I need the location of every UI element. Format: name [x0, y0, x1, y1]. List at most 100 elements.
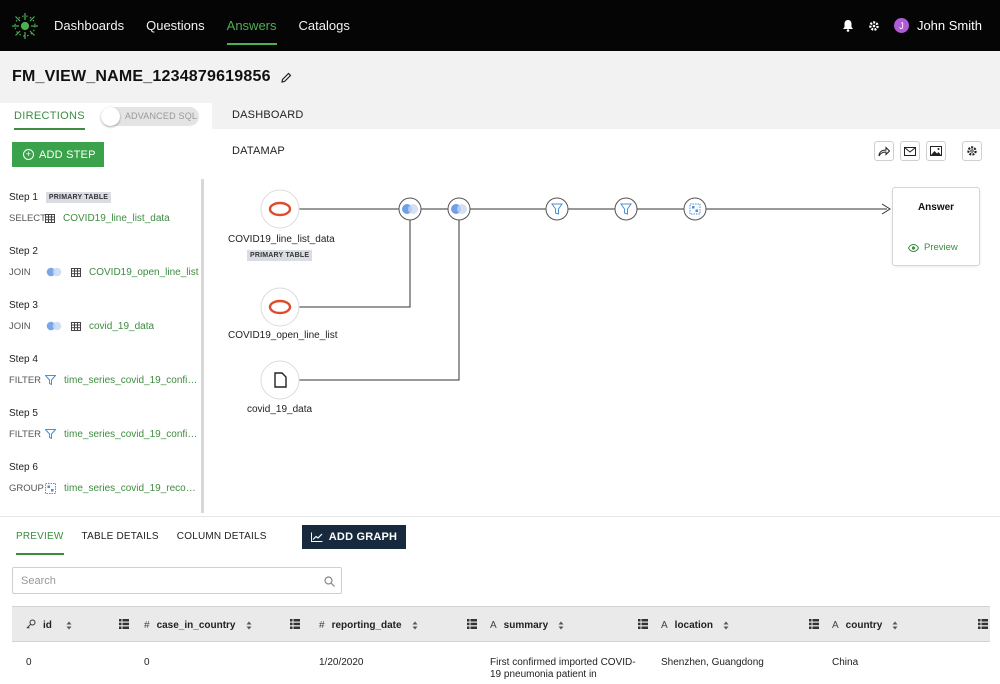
- nav-questions[interactable]: Questions: [146, 0, 205, 51]
- step-label: Step 3: [9, 299, 38, 311]
- tab-column-details[interactable]: COLUMN DETAILS: [177, 517, 267, 555]
- advanced-sql-toggle[interactable]: ADVANCED SQL: [100, 107, 199, 126]
- node-label-2: COVID19_open_line_list: [228, 330, 338, 341]
- step-item[interactable]: Step 4 FILTER time_series_covid_19_confi…: [0, 341, 201, 395]
- table-icon: [71, 267, 81, 277]
- tab-table-details[interactable]: TABLE DETAILS: [82, 517, 159, 555]
- step-kind: FILTER: [9, 428, 42, 440]
- step-label: Step 2: [9, 245, 38, 257]
- column-menu-icon[interactable]: [290, 619, 300, 629]
- column-header-summary[interactable]: A summary: [490, 607, 564, 643]
- datamap-diagram: [260, 189, 891, 400]
- column-name: country: [845, 619, 883, 631]
- answer-title: Answer: [917, 202, 955, 213]
- column-header-id[interactable]: id: [26, 607, 72, 643]
- node-label-1: COVID19_line_list_data: [228, 234, 335, 245]
- filter-node-1[interactable]: [545, 197, 569, 221]
- step-target-link[interactable]: time_series_covid_19_confir...: [64, 429, 198, 440]
- nav-dashboards[interactable]: Dashboards: [54, 0, 124, 51]
- avatar[interactable]: J: [893, 18, 909, 33]
- pencil-icon[interactable]: [280, 72, 292, 83]
- table-cell: 1/20/2020: [319, 657, 364, 668]
- nav-catalogs[interactable]: Catalogs: [299, 0, 350, 51]
- source-node-1[interactable]: [260, 189, 300, 229]
- column-menu-icon[interactable]: [978, 619, 988, 629]
- dashboard-header: DASHBOARD: [212, 103, 1000, 129]
- column-menu-icon[interactable]: [638, 619, 648, 629]
- logo-icon[interactable]: [10, 11, 40, 41]
- node-label-3: covid_19_data: [247, 404, 313, 415]
- bell-icon[interactable]: [842, 19, 854, 32]
- key-icon: [26, 619, 36, 632]
- source-node-3[interactable]: [260, 360, 300, 400]
- preview-table: id # case_in_country # reporting_date A …: [12, 606, 990, 684]
- results-area: PREVIEW TABLE DETAILS COLUMN DETAILS ADD…: [0, 516, 1000, 684]
- plus-icon: +: [23, 149, 34, 160]
- search-icon[interactable]: [324, 574, 335, 592]
- step-label: Step 5: [9, 407, 38, 419]
- sort-icon[interactable]: [66, 621, 72, 630]
- page-title: FM_VIEW_NAME_1234879619856: [12, 68, 271, 85]
- tab-preview[interactable]: PREVIEW: [16, 517, 64, 555]
- step-target-link[interactable]: covid_19_data: [89, 321, 154, 332]
- tab-directions[interactable]: DIRECTIONS: [14, 103, 85, 130]
- text-type-icon: A: [832, 619, 839, 631]
- text-type-icon: A: [661, 619, 668, 631]
- sort-icon[interactable]: [892, 621, 898, 630]
- column-menu-icon[interactable]: [809, 619, 819, 629]
- gear-icon[interactable]: [868, 20, 880, 32]
- sort-icon[interactable]: [412, 621, 418, 630]
- table-cell: China: [832, 657, 859, 668]
- user-area: J John Smith: [842, 18, 1000, 33]
- top-navigation: Dashboards Questions Answers Catalogs J …: [0, 0, 1000, 51]
- column-header-reporting-date[interactable]: # reporting_date: [319, 607, 418, 643]
- sort-icon[interactable]: [246, 621, 252, 630]
- step-target-link[interactable]: time_series_covid_19_recov...: [64, 483, 198, 494]
- answer-card[interactable]: Answer Preview: [892, 187, 980, 266]
- add-graph-button[interactable]: ADD GRAPH: [302, 525, 406, 549]
- step-target-link[interactable]: COVID19_open_line_list: [89, 267, 199, 278]
- step-kind: JOIN: [9, 320, 31, 332]
- step-kind: FILTER: [9, 374, 42, 386]
- column-menu-icon[interactable]: [467, 619, 477, 629]
- column-menu-icon[interactable]: [119, 619, 129, 629]
- toggle-knob: [100, 107, 120, 126]
- add-graph-label: ADD GRAPH: [328, 531, 398, 543]
- step-item[interactable]: Step 5 FILTER time_series_covid_19_confi…: [0, 395, 201, 449]
- step-item[interactable]: Step 3 JOIN covid_19_data: [0, 287, 201, 341]
- table-icon: [71, 321, 81, 331]
- column-header-case-in-country[interactable]: # case_in_country: [144, 607, 252, 643]
- column-header-country[interactable]: A country: [832, 607, 898, 643]
- source-node-2[interactable]: [260, 287, 300, 327]
- step-item[interactable]: Step 6 GROUP time_series_covid_19_recov.…: [0, 449, 201, 503]
- step-target-link[interactable]: time_series_covid_19_confir...: [64, 375, 198, 386]
- tab-dashboard[interactable]: DASHBOARD: [232, 109, 303, 121]
- table-cell: 0: [26, 657, 32, 668]
- datamap-canvas: DATAMAP COVID19_line_list_data PRIMARY T…: [212, 129, 1000, 516]
- add-step-button[interactable]: + ADD STEP: [12, 142, 104, 167]
- user-name[interactable]: John Smith: [917, 18, 982, 33]
- eye-icon: [908, 243, 919, 252]
- join-node-1[interactable]: [398, 197, 422, 221]
- column-name: summary: [503, 619, 549, 631]
- filter-node-2[interactable]: [614, 197, 638, 221]
- sort-icon[interactable]: [558, 621, 564, 630]
- nav-answers[interactable]: Answers: [226, 0, 277, 51]
- group-icon: [45, 482, 56, 494]
- column-header-location[interactable]: A location: [661, 607, 729, 643]
- column-name: reporting_date: [331, 619, 402, 631]
- column-name: location: [674, 619, 714, 631]
- step-target-link[interactable]: COVID19_line_list_data: [63, 213, 170, 224]
- search-input[interactable]: [13, 568, 303, 593]
- step-label: Step 4: [9, 353, 38, 365]
- step-item[interactable]: Step 2 JOIN COVID19_open_line_list: [0, 233, 201, 287]
- step-item[interactable]: Step 1 PRIMARY TABLE SELECT COVID19_line_…: [0, 179, 201, 233]
- sort-icon[interactable]: [723, 621, 729, 630]
- column-name: id: [43, 619, 52, 631]
- table-cell: Shenzhen, Guangdong: [661, 657, 764, 668]
- step-kind: SELECT: [9, 212, 46, 224]
- join-node-2[interactable]: [447, 197, 471, 221]
- group-node[interactable]: [683, 197, 707, 221]
- preview-link[interactable]: Preview: [908, 242, 958, 253]
- steps-list: Step 1 PRIMARY TABLE SELECT COVID19_line_…: [0, 179, 204, 513]
